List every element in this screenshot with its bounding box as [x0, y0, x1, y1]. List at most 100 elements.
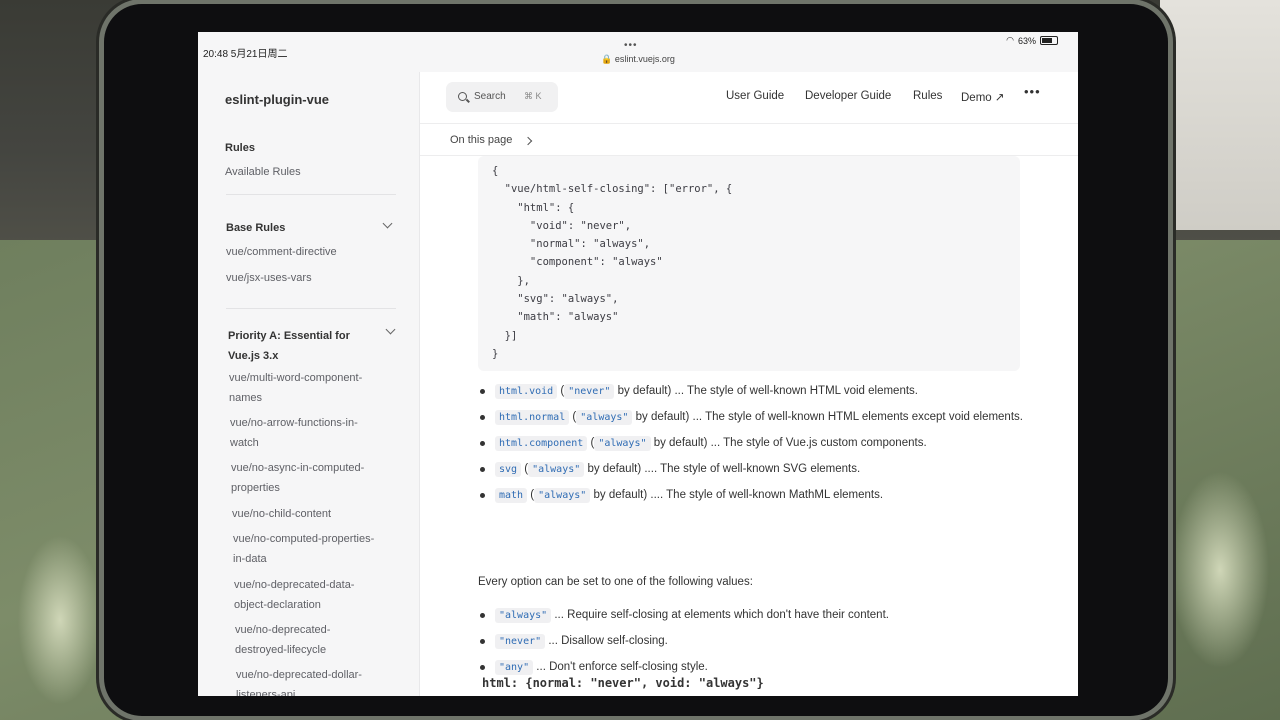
chevron-right-icon: [523, 136, 533, 146]
code-line: "component": "always": [492, 256, 663, 269]
list-item-text: by default) .... The style of well-known…: [590, 489, 884, 501]
code-block: { "vue/html-self-closing": ["error", { "…: [478, 156, 1020, 371]
inline-code: html.void: [495, 384, 558, 399]
sidebar-item-rule[interactable]: vue/no-deprecated-dollar- listeners-api: [236, 665, 362, 696]
sidebar-item-label: vue/no-deprecated-data-: [234, 579, 355, 591]
sidebar-item-label: vue/no-computed-properties-: [233, 533, 375, 545]
sidebar-item-label: properties: [231, 482, 280, 494]
site-title[interactable]: eslint-plugin-vue: [225, 92, 329, 107]
wifi-icon: ◠: [1006, 35, 1014, 45]
battery-icon: [1040, 36, 1058, 45]
sidebar-item-rule[interactable]: vue/no-deprecated- destroyed-lifecycle: [235, 620, 330, 660]
section-heading-code: html: {normal: "never", void: "always"}: [482, 676, 764, 690]
inline-code: html.normal: [495, 410, 570, 425]
code-line: "svg": "always",: [492, 293, 619, 306]
list-item: html.component ("always" by default) ...…: [478, 434, 1038, 453]
address-bar-url[interactable]: 🔒 eslint.vuejs.org: [198, 54, 1078, 65]
top-nav: Search ⌘ K User Guide Developer Guide Ru…: [420, 72, 1078, 124]
inline-code: "never": [495, 634, 546, 649]
main-content: { "vue/html-self-closing": ["error", { "…: [420, 156, 1078, 696]
sidebar-item-label: in-data: [233, 553, 267, 565]
sidebar-item-label: vue/no-deprecated-dollar-: [236, 669, 362, 681]
search-icon: [458, 92, 467, 101]
code-line: "math": "always": [492, 311, 619, 324]
sidebar-item-rule[interactable]: vue/no-async-in-computed- properties: [231, 458, 364, 498]
sidebar-item-rule[interactable]: vue/comment-directive: [226, 242, 337, 262]
chevron-down-icon[interactable]: [382, 218, 393, 229]
code-line: }]: [492, 329, 518, 342]
inline-code: "always": [528, 462, 585, 477]
sidebar-item-label: watch: [230, 437, 259, 449]
search-button[interactable]: Search ⌘ K: [446, 82, 558, 112]
inline-code: "any": [495, 660, 534, 675]
sidebar-item-label: listeners-api: [236, 689, 296, 696]
chevron-down-icon[interactable]: [385, 324, 396, 335]
inline-code: "always": [534, 488, 591, 503]
inline-code: "always": [576, 410, 633, 425]
inline-code: html.component: [495, 436, 588, 451]
code-line: },: [492, 274, 530, 287]
code-line: "html": {: [492, 201, 575, 214]
sidebar-divider: [226, 194, 396, 195]
list-item: html.normal ("always" by default) ... Th…: [478, 408, 1038, 427]
search-shortcut: ⌘ K: [524, 91, 542, 101]
list-item-text: by default) ... The style of well-known …: [614, 385, 918, 397]
code-line: }: [492, 347, 499, 360]
background-wall-right: [1160, 0, 1280, 230]
sidebar-heading-rules[interactable]: Rules: [225, 142, 255, 154]
search-label: Search: [474, 91, 506, 102]
code-line: "vue/html-self-closing": ["error", {: [492, 183, 733, 196]
values-list: "always" ... Require self-closing at ele…: [478, 606, 1038, 684]
status-bar: 20:48 5月21日周二 ••• 🔒 eslint.vuejs.org ◠ 6…: [198, 32, 1078, 72]
on-this-page-bar[interactable]: On this page: [420, 124, 1078, 156]
options-list: html.void ("never" by default) ... The s…: [478, 382, 1038, 512]
nav-link-demo[interactable]: Demo ↗: [961, 90, 1005, 104]
sidebar-item-label: object-declaration: [234, 599, 321, 611]
list-item-text: ... Require self-closing at elements whi…: [551, 609, 889, 621]
inline-code: svg: [495, 462, 522, 477]
sidebar-item-rule[interactable]: vue/no-computed-properties- in-data: [233, 529, 374, 569]
more-menu-icon[interactable]: •••: [1024, 84, 1041, 99]
code-line: "normal": "always",: [492, 238, 651, 251]
nav-link-developer-guide[interactable]: Developer Guide: [805, 90, 891, 102]
sidebar-item-rule[interactable]: vue/no-child-content: [232, 504, 331, 524]
sidebar-item-label: vue/multi-word-component-: [229, 372, 363, 384]
list-item-text: ... Disallow self-closing.: [545, 635, 668, 647]
list-item-text: by default) ... The style of Vue.js cust…: [650, 437, 927, 449]
list-item-text: by default) .... The style of well-known…: [584, 463, 861, 475]
sidebar: eslint-plugin-vue Rules Available Rules …: [198, 72, 420, 696]
inline-code: math: [495, 488, 528, 503]
on-this-page-label: On this page: [450, 134, 513, 146]
inline-code: "always": [594, 436, 651, 451]
list-item: "any" ... Don't enforce self-closing sty…: [478, 658, 1038, 677]
inline-code: "never": [564, 384, 615, 399]
list-item: math ("always" by default) .... The styl…: [478, 486, 1038, 505]
sidebar-item-rule[interactable]: vue/jsx-uses-vars: [226, 268, 312, 288]
sidebar-item-rule[interactable]: vue/no-arrow-functions-in- watch: [230, 413, 358, 453]
list-item: "always" ... Require self-closing at ele…: [478, 606, 1038, 625]
sidebar-item-label: vue/no-child-content: [232, 508, 332, 520]
battery-percent: 63%: [1017, 35, 1036, 46]
sidebar-divider: [226, 308, 396, 309]
sidebar-item-rule[interactable]: vue/multi-word-component- names: [229, 368, 362, 408]
nav-link-rules[interactable]: Rules: [913, 90, 942, 102]
sidebar-item-available-rules[interactable]: Available Rules: [225, 162, 301, 182]
inline-code: "always": [495, 608, 552, 623]
status-right: ◠ 63%: [1006, 35, 1058, 46]
multitask-dots[interactable]: •••: [624, 40, 638, 51]
list-item: html.void ("never" by default) ... The s…: [478, 382, 1038, 401]
code-lines: { "vue/html-self-closing": ["error", { "…: [492, 162, 732, 363]
code-line: {: [492, 165, 499, 177]
sidebar-heading-base-rules[interactable]: Base Rules: [226, 222, 285, 234]
nav-link-user-guide[interactable]: User Guide: [726, 90, 784, 102]
sidebar-item-rule[interactable]: vue/no-deprecated-data- object-declarati…: [234, 575, 354, 615]
list-item: "never" ... Disallow self-closing.: [478, 632, 1038, 651]
sidebar-heading-line: Priority A: Essential for: [228, 330, 350, 342]
list-item-text: ... Don't enforce self-closing style.: [533, 661, 708, 673]
list-item: svg ("always" by default) .... The style…: [478, 460, 1038, 479]
values-intro: Every option can be set to one of the fo…: [478, 576, 753, 588]
code-line: "void": "never",: [492, 219, 632, 232]
sidebar-item-label: vue/no-arrow-functions-in-: [230, 417, 358, 429]
tablet-screen: 20:48 5月21日周二 ••• 🔒 eslint.vuejs.org ◠ 6…: [198, 32, 1078, 696]
sidebar-heading-priority-a[interactable]: Priority A: Essential for Vue.js 3.x: [228, 326, 350, 366]
